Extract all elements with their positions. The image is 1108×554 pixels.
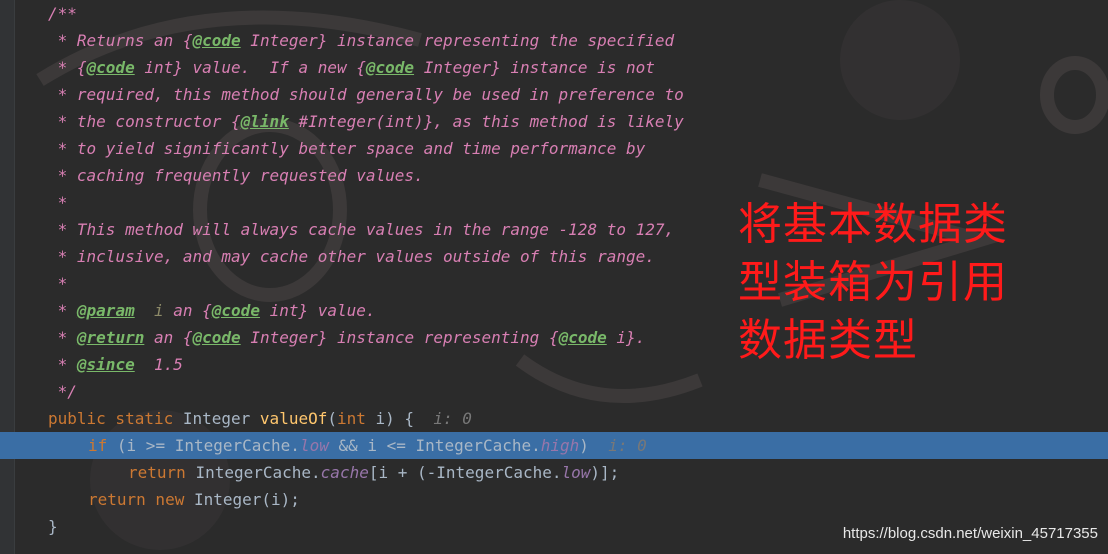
code-token: @code bbox=[211, 301, 260, 320]
code-token: i}. bbox=[606, 328, 646, 347]
code-token: valueOf bbox=[259, 409, 328, 428]
code-line[interactable]: return IntegerCache.cache[i + (-IntegerC… bbox=[0, 459, 1108, 486]
code-token: i) { bbox=[375, 409, 434, 428]
code-token: * This method will always cache values i… bbox=[48, 220, 675, 239]
code-token: @link bbox=[240, 112, 289, 131]
code-token: * caching frequently requested values. bbox=[48, 166, 424, 185]
code-token: @since bbox=[76, 355, 135, 374]
code-token: @param bbox=[76, 301, 135, 320]
code-token: * bbox=[48, 193, 68, 212]
code-token: ) bbox=[579, 436, 609, 455]
code-token: Integer} instance is not bbox=[414, 58, 655, 77]
code-token: * inclusive, and may cache other values … bbox=[48, 247, 655, 266]
code-token: */ bbox=[48, 382, 77, 401]
code-line[interactable]: * required, this method should generally… bbox=[0, 81, 1108, 108]
code-token: high bbox=[540, 436, 580, 455]
code-token: ( bbox=[327, 409, 337, 428]
code-token: @code bbox=[365, 58, 415, 77]
code-token: low bbox=[561, 463, 591, 482]
code-token: * the constructor { bbox=[48, 112, 241, 131]
code-token: return bbox=[128, 463, 196, 482]
inline-value-hint: i: 0 bbox=[433, 409, 472, 428]
code-token: * to yield significantly better space an… bbox=[48, 139, 646, 158]
code-token: Integer} instance representing { bbox=[240, 328, 559, 347]
code-line[interactable]: * to yield significantly better space an… bbox=[0, 135, 1108, 162]
code-line[interactable]: * the constructor {@link #Integer(int)},… bbox=[0, 108, 1108, 135]
code-token: low bbox=[299, 436, 329, 455]
annotation-line-3: 数据类型 bbox=[738, 315, 918, 366]
code-token: public static bbox=[48, 409, 183, 428]
code-token: && i <= IntegerCache. bbox=[328, 436, 541, 455]
code-token: return new bbox=[88, 490, 194, 509]
inline-value-hint: i: 0 bbox=[608, 436, 647, 455]
annotation-overlay: 将基本数据类 型装箱为引用 数据类型 bbox=[738, 196, 1068, 370]
code-token: Integer} instance representing the speci… bbox=[240, 31, 675, 50]
code-token: @code bbox=[558, 328, 607, 347]
code-token: * bbox=[48, 274, 68, 293]
watermark: https://blog.csdn.net/weixin_45717355 bbox=[842, 525, 1098, 542]
code-token: )]; bbox=[590, 463, 620, 482]
code-token: cache bbox=[320, 463, 369, 482]
code-token: an { bbox=[163, 301, 212, 320]
code-line[interactable]: */ bbox=[0, 378, 1108, 405]
code-token: int} value. bbox=[259, 301, 376, 320]
code-token: IntegerCache. bbox=[195, 463, 321, 482]
code-token: i bbox=[153, 301, 164, 320]
code-token: @return bbox=[76, 328, 145, 347]
code-line[interactable]: * Returns an {@code Integer} instance re… bbox=[0, 27, 1108, 54]
code-token: * { bbox=[48, 58, 87, 77]
code-token: @code bbox=[86, 58, 135, 77]
code-line[interactable]: * caching frequently requested values. bbox=[0, 162, 1108, 189]
code-token: [i + (-IntegerCache. bbox=[368, 463, 562, 482]
code-token: Integer bbox=[182, 409, 260, 428]
code-line[interactable]: public static Integer valueOf(int i) { i… bbox=[0, 405, 1108, 432]
code-token: * bbox=[48, 328, 77, 347]
annotation-line-2: 型装箱为引用 bbox=[738, 257, 1008, 308]
code-line-highlighted[interactable]: if (i >= IntegerCache.low && i <= Intege… bbox=[0, 432, 1108, 459]
code-token: Integer(i); bbox=[193, 490, 300, 509]
code-token: * required, this method should generally… bbox=[48, 85, 684, 104]
code-token: } bbox=[48, 517, 58, 536]
code-token: int} value. If a new { bbox=[134, 58, 366, 77]
annotation-line-1: 将基本数据类 bbox=[738, 199, 1008, 250]
code-token: @code bbox=[192, 31, 241, 50]
code-token: #Integer(int)}, as this method is likely bbox=[288, 112, 684, 131]
code-line[interactable]: return new Integer(i); bbox=[0, 486, 1108, 513]
code-line[interactable]: /** bbox=[0, 0, 1108, 27]
code-token: @code bbox=[192, 328, 241, 347]
code-token: /** bbox=[48, 4, 77, 23]
code-line[interactable]: * {@code int} value. If a new {@code Int… bbox=[0, 54, 1108, 81]
code-token: * Returns an { bbox=[48, 31, 193, 50]
code-token: * bbox=[48, 301, 77, 320]
code-token: int bbox=[337, 409, 376, 428]
code-token: if bbox=[88, 436, 117, 455]
code-token: * bbox=[48, 355, 77, 374]
code-token: 1.5 bbox=[134, 355, 183, 374]
code-token: an { bbox=[144, 328, 193, 347]
code-token: (i >= IntegerCache. bbox=[116, 436, 300, 455]
